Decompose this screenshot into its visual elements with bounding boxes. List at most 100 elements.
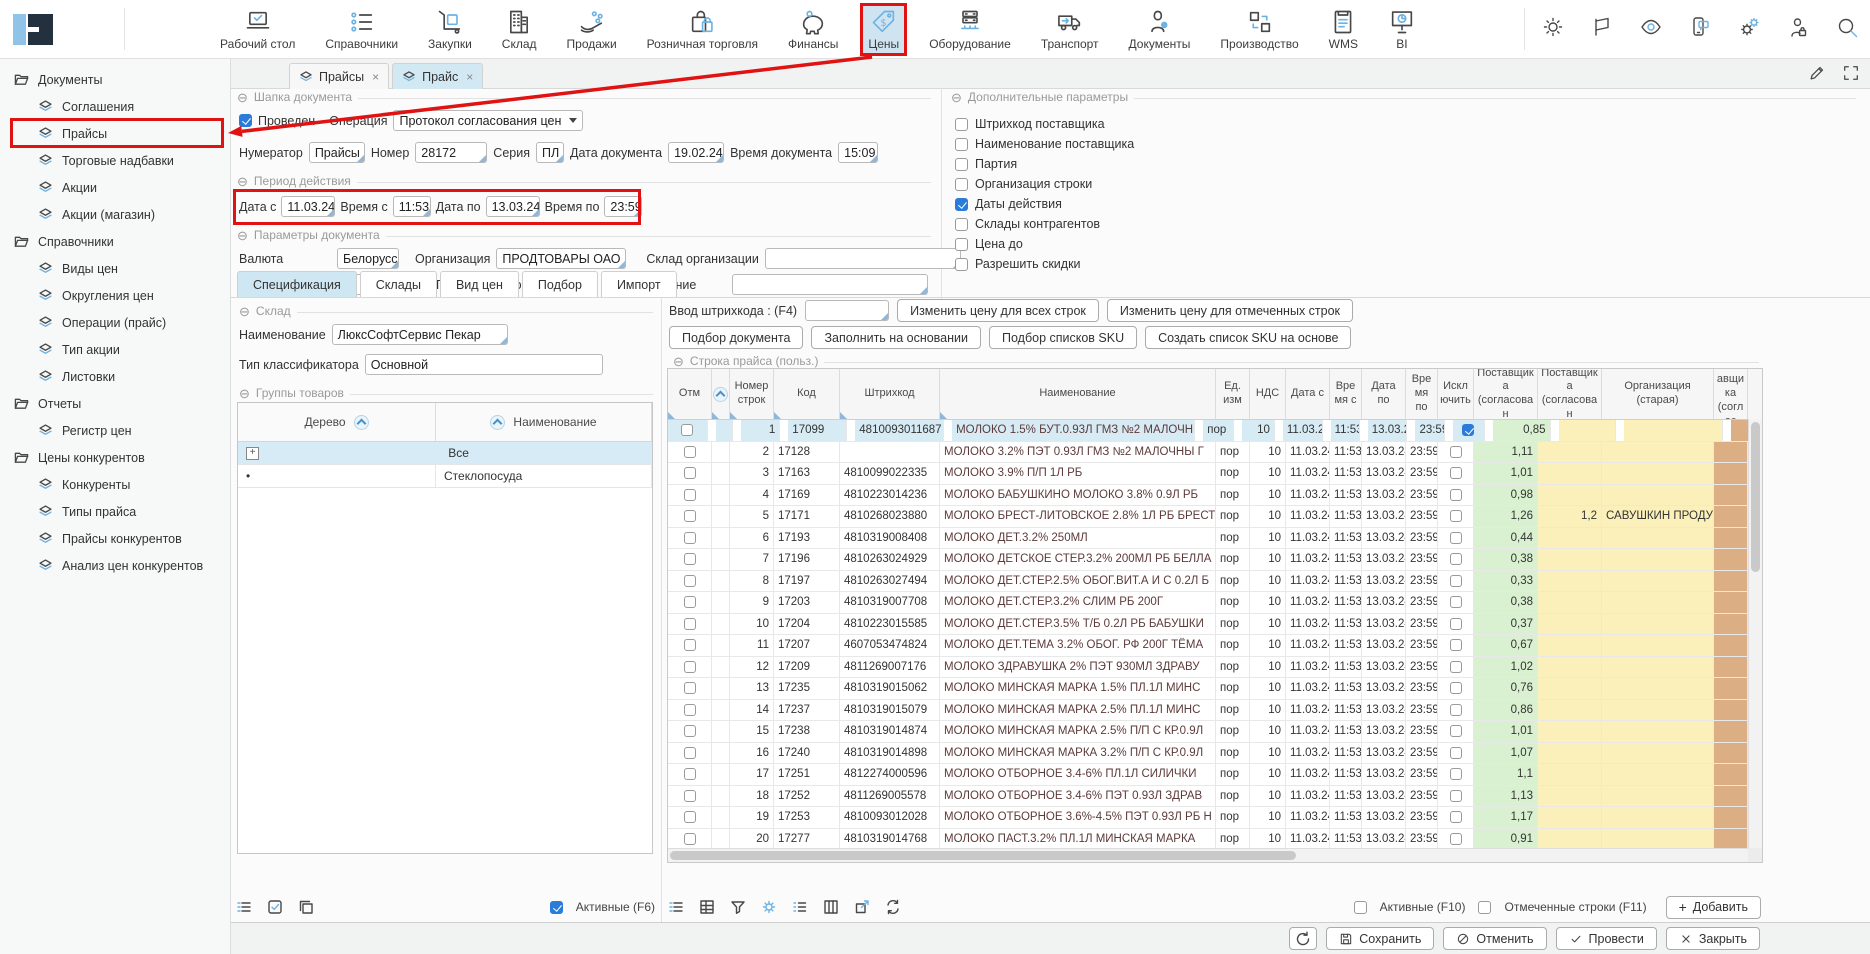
row-exclude-checkbox[interactable] [1450,747,1462,759]
row-mark-checkbox[interactable] [684,747,696,759]
expand-icon[interactable] [1842,64,1860,82]
grid-col-header[interactable]: Организация (старая) [1602,369,1714,419]
row-exclude-checkbox[interactable] [1450,489,1462,501]
table-view-icon[interactable] [698,898,716,916]
barcode-entry-input[interactable] [805,300,889,321]
refresh-button[interactable] [1289,927,1317,950]
row-exclude-checkbox[interactable] [1450,467,1462,479]
table-row[interactable]: 11172074607053474824МОЛОКО ДЕТ.ТЕМА 3.2%… [668,635,1762,657]
row-exclude-checkbox[interactable] [1450,811,1462,823]
grid-col-header[interactable]: Поставщика (согласован [1538,369,1602,419]
table-row[interactable]: 1170994810093011687МОЛОКО 1.5% БУТ.0.93Л… [668,420,1762,442]
export-icon[interactable] [853,898,871,916]
sync-icon[interactable] [884,898,902,916]
number-input[interactable]: 28172 [415,142,487,163]
operation-select[interactable]: Протокол согласования цен [393,110,583,131]
active-f10-checkbox[interactable] [1354,901,1367,914]
table-row[interactable]: 4171694810223014236МОЛОКО БАБУШКИНО МОЛО… [668,485,1762,507]
currency-input[interactable]: Белорусский [337,248,399,269]
organization-input[interactable]: ПРОДТОВАРЫ ОАО [496,248,626,269]
row-exclude-checkbox[interactable] [1450,725,1462,737]
sidebar-item-соглашения[interactable]: Соглашения [0,93,230,120]
edit-icon[interactable] [1808,64,1826,82]
row-exclude-checkbox[interactable] [1450,661,1462,673]
filter-rows-icon[interactable] [235,898,253,916]
org-warehouse-input[interactable] [765,248,961,269]
pg-col-tree[interactable]: Дерево [238,403,436,441]
row-exclude-checkbox[interactable] [1462,424,1474,436]
vertical-scrollbar[interactable] [1748,419,1762,849]
create-sku-list-button[interactable]: Создать список SKU на основе [1145,326,1351,349]
sidebar-item-цены-конкурентов[interactable]: Цены конкурентов [0,444,230,471]
sidebar-item-торговые-надбавки[interactable]: Торговые надбавки [0,147,230,174]
row-mark-checkbox[interactable] [684,532,696,544]
subtab-спецификация[interactable]: Спецификация [237,271,357,297]
tab-close-icon[interactable]: × [466,70,473,84]
additional-param-checkbox[interactable] [955,178,968,191]
date-from-input[interactable]: 11.03.24 [281,196,335,217]
time-to-input[interactable]: 23:59 [604,196,642,217]
table-row[interactable]: 17172514812274000596МОЛОКО ОТБОРНОЕ 3.4-… [668,764,1762,786]
module-finance[interactable]: Финансы [780,3,846,56]
row-mark-checkbox[interactable] [684,618,696,630]
row-exclude-checkbox[interactable] [1450,704,1462,716]
subtab-импорт[interactable]: Импорт [601,271,677,297]
table-row[interactable]: 8171974810263027494МОЛОКО ДЕТ.СТЕР.2.5% … [668,571,1762,593]
table-row[interactable]: 10172044810223015585МОЛОКО ДЕТ.СТЕР.3.5%… [668,614,1762,636]
row-mark-checkbox[interactable] [684,510,696,522]
row-exclude-checkbox[interactable] [1450,553,1462,565]
table-row[interactable]: 9172034810319007708МОЛОКО ДЕТ.СТЕР.3.2% … [668,592,1762,614]
table-row[interactable]: 13172354810319015062МОЛОКО МИНСКАЯ МАРКА… [668,678,1762,700]
table-row[interactable]: 15172384810319014874МОЛОКО МИНСКАЯ МАРКА… [668,721,1762,743]
table-row[interactable]: 18172524811269005578МОЛОКО ОТБОРНОЕ 3.4-… [668,786,1762,808]
row-mark-checkbox[interactable] [684,467,696,479]
subtab-склады[interactable]: Склады [360,271,437,297]
subtab-подбор[interactable]: Подбор [522,271,598,297]
pick-document-button[interactable]: Подбор документа [669,326,803,349]
conducted-checkbox[interactable] [239,114,252,127]
row-exclude-checkbox[interactable] [1450,682,1462,694]
filter-icon[interactable] [729,898,747,916]
additional-param-checkbox[interactable] [955,258,968,271]
tab-close-icon[interactable]: × [372,70,379,84]
doc-date-input[interactable]: 19.02.24 [668,142,724,163]
row-mark-checkbox[interactable] [684,725,696,737]
grid-col-header[interactable]: Дата с [1286,369,1330,419]
grid-col-header[interactable]: Время по [1406,369,1438,419]
grid-col-header[interactable]: Время с [1330,369,1362,419]
copy-icon[interactable] [297,898,315,916]
time-from-input[interactable]: 11:53 [393,196,431,217]
sidebar-item-акции-магазин-[interactable]: Акции (магазин) [0,201,230,228]
grid-col-header[interactable]: НДС [1250,369,1286,419]
отменить-button[interactable]: Отменить [1443,927,1546,950]
table-row[interactable]: 5171714810268023880МОЛОКО БРЕСТ-ЛИТОВСКО… [668,506,1762,528]
brightness-icon[interactable] [1542,16,1564,38]
row-exclude-checkbox[interactable] [1450,446,1462,458]
table-row[interactable]: 19172534810093012028МОЛОКО ОТБОРНОЕ 3.6%… [668,807,1762,829]
row-mark-checkbox[interactable] [684,596,696,608]
tab-прайсы[interactable]: Прайсы× [289,63,389,89]
sidebar-item-тип-акции[interactable]: Тип акции [0,336,230,363]
sidebar-item-конкуренты[interactable]: Конкуренты [0,471,230,498]
additional-param-checkbox[interactable] [955,238,968,251]
change-price-marked-button[interactable]: Изменить цену для отмеченных строк [1107,299,1353,322]
module-sales[interactable]: Продажи [559,3,625,56]
sidebar-item-справочники[interactable]: Справочники [0,228,230,255]
list-view-icon[interactable] [667,898,685,916]
table-row[interactable]: 7171964810263024929МОЛОКО ДЕТСКОЕ СТЕР.3… [668,549,1762,571]
grid-col-header[interactable]: Отм [668,369,712,419]
sidebar-item-регистр-цен[interactable]: Регистр цен [0,417,230,444]
row-mark-checkbox[interactable] [684,446,696,458]
additional-param-checkbox[interactable] [955,138,968,151]
row-exclude-checkbox[interactable] [1450,510,1462,522]
провести-button[interactable]: Провести [1556,927,1657,950]
module-production[interactable]: Производство [1212,3,1306,56]
warehouse-name-input[interactable]: ЛюксСофтСервис Пекар [332,324,508,345]
fill-on-basis-button[interactable]: Заполнить на основании [811,326,981,349]
row-mark-checkbox[interactable] [684,768,696,780]
tree-expand-icon[interactable]: + [246,447,259,460]
tab-прайс[interactable]: Прайс× [392,63,483,89]
module-warehouse[interactable]: Склад [494,3,545,56]
row-exclude-checkbox[interactable] [1450,833,1462,845]
module-transport[interactable]: Транспорт [1033,3,1107,56]
